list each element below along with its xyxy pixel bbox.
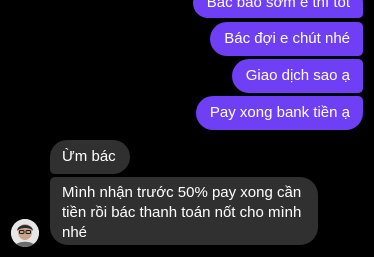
message-text: Bác đợi e chút nhé <box>224 30 350 47</box>
incoming-message[interactable]: Ừm bác <box>50 140 130 174</box>
message-text: Bác báo sớm e thì tốt <box>206 0 350 11</box>
outgoing-message[interactable]: Pay xong bank tiền ạ <box>195 96 363 130</box>
avatar-icon <box>11 219 39 247</box>
contact-avatar[interactable] <box>11 219 39 247</box>
outgoing-message[interactable]: Bác báo sớm e thì tốt <box>192 0 363 18</box>
conversation-thread: Bác báo sớm e thì tốt Bác đợi e chút nhé… <box>0 0 374 257</box>
message-text: Ừm bác <box>62 148 116 165</box>
outgoing-message[interactable]: Giao dịch sao ạ <box>231 59 363 93</box>
message-text: Giao dịch sao ạ <box>245 67 350 84</box>
message-text: Mình nhận trước 50% pay xong cần tiền rồ… <box>62 184 302 241</box>
outgoing-message[interactable]: Bác đợi e chút nhé <box>210 22 363 56</box>
incoming-message[interactable]: Mình nhận trước 50% pay xong cần tiền rồ… <box>50 177 318 245</box>
message-text: Pay xong bank tiền ạ <box>209 104 350 121</box>
